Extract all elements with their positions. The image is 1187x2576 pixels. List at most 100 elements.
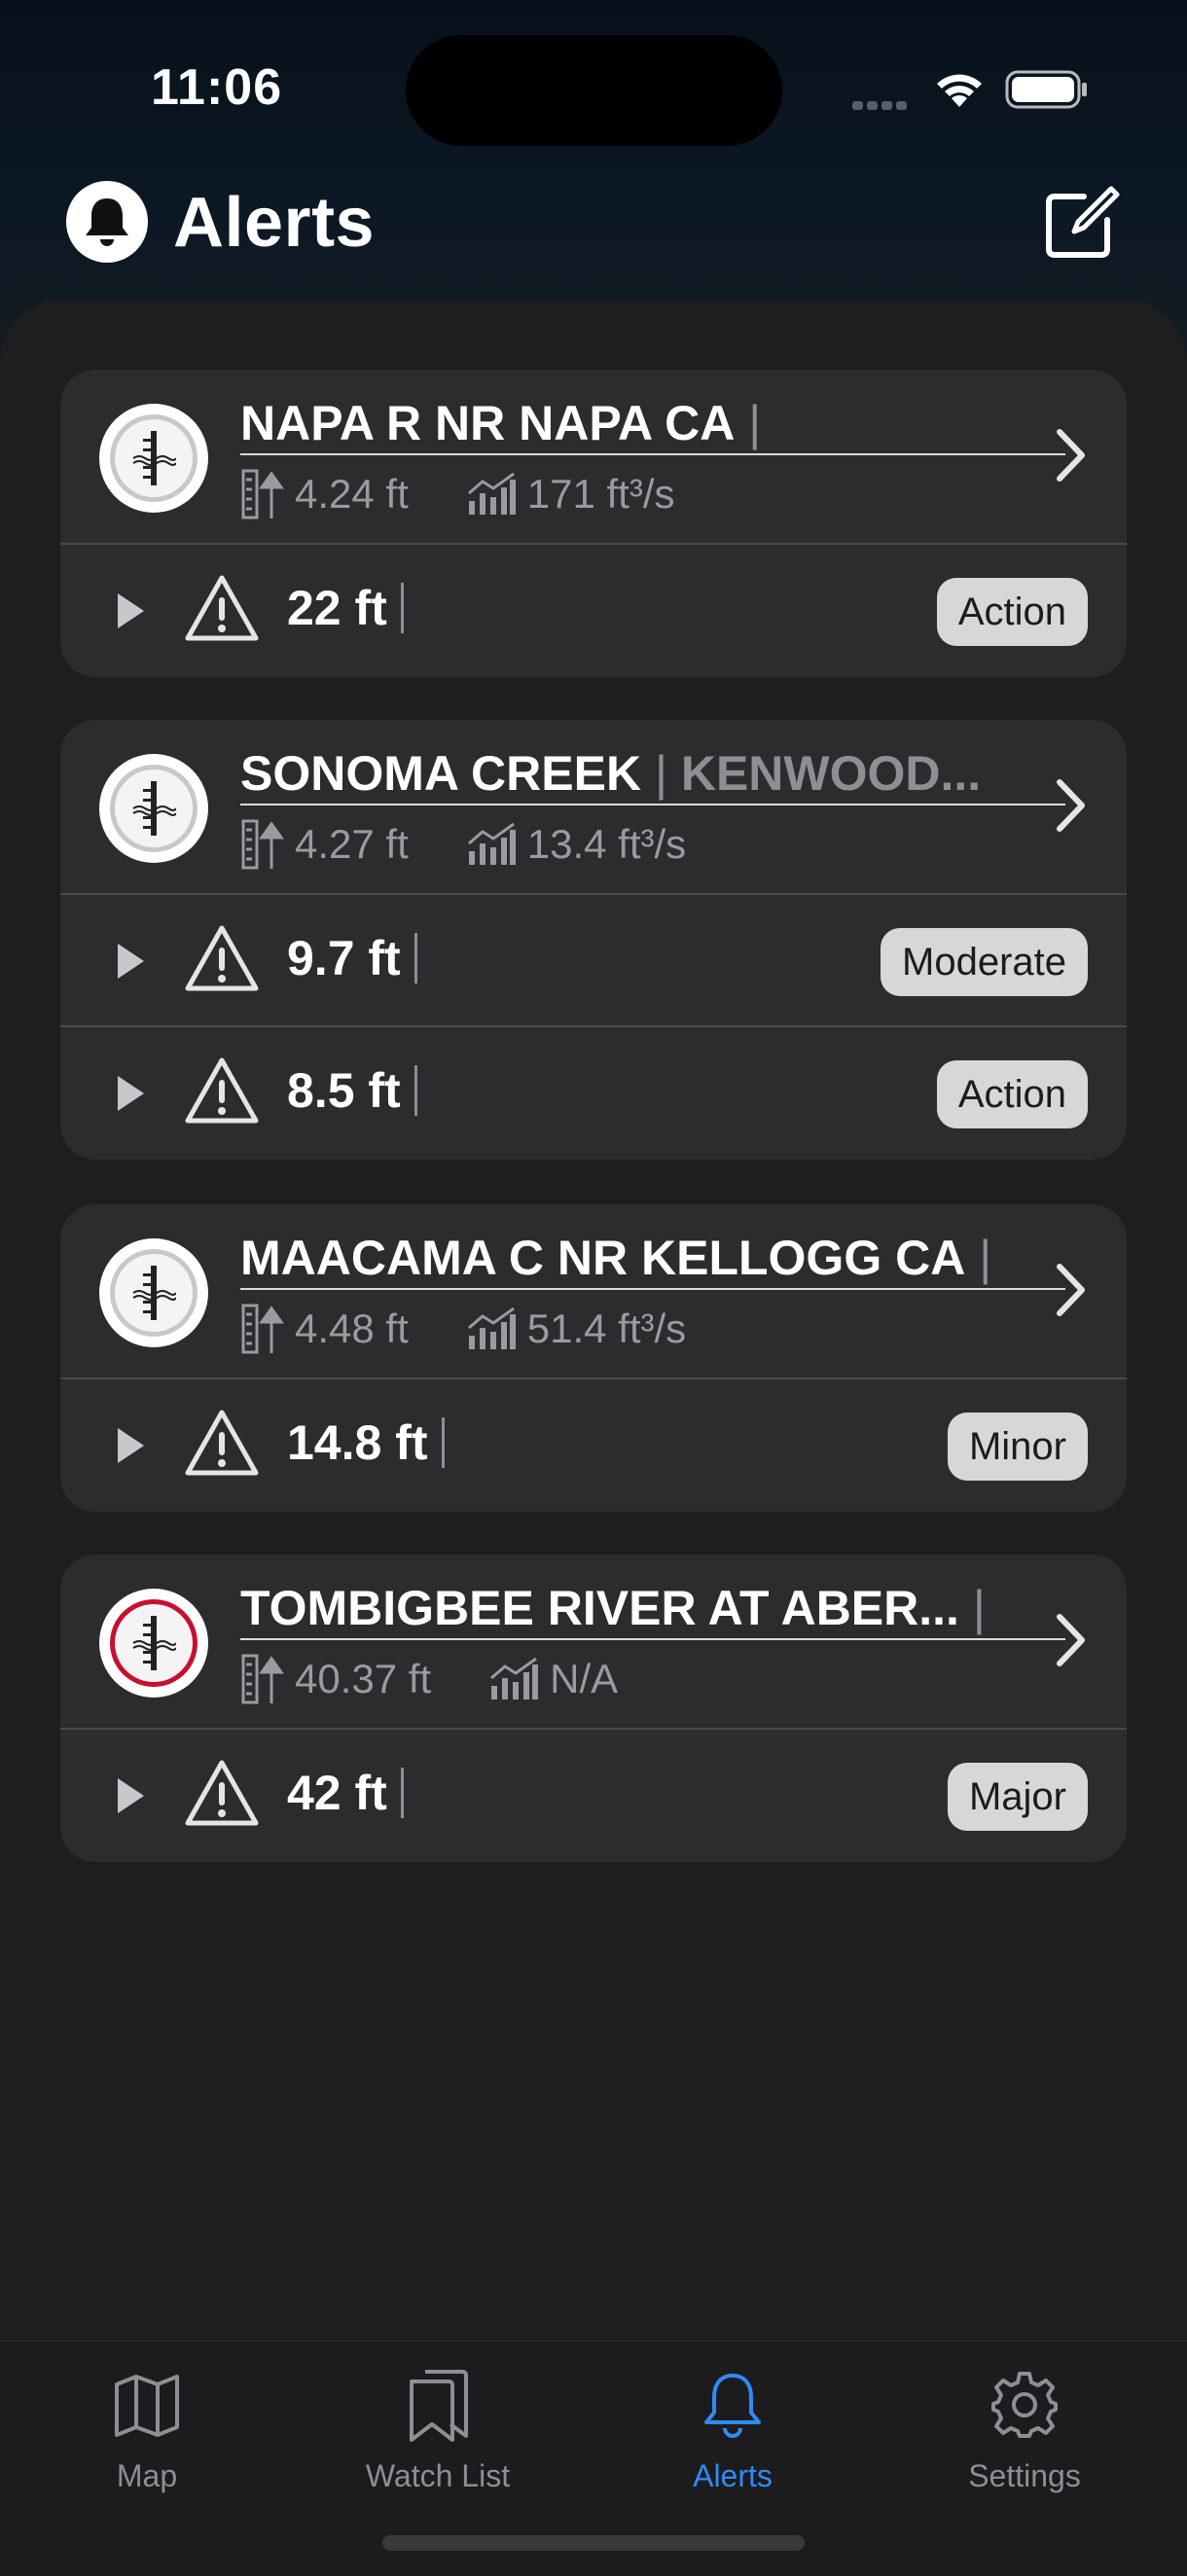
warning-icon [185,574,259,647]
alert-level-value: 22 ft [287,581,387,635]
text-cursor [414,1065,417,1116]
alert-row[interactable]: 22 ft Action [60,545,1127,677]
tab-settings[interactable]: Settings [908,2361,1141,2494]
gauge-card: MAACAMA C NR KELLOGG CA | 4.48 ft 51.4 ft… [60,1204,1127,1512]
warning-icon [185,1759,259,1832]
flow-value: 51.4 ft³/s [526,1306,687,1351]
gauge-status-icon [99,1589,208,1698]
chevron-right-icon[interactable] [1055,778,1088,838]
warning-icon [185,924,259,997]
expand-triangle-icon[interactable] [115,1776,146,1820]
gauge-status-icon [99,1238,208,1347]
gauge-card: SONOMA CREEK | KENWOOD... 4.27 ft 13.4 ft³… [60,720,1127,1160]
stage-icon [240,818,285,871]
flow-value: 13.4 ft³/s [526,821,687,867]
text-cursor [400,1768,404,1818]
bell-icon [66,181,148,263]
alert-level: 8.5 ft [287,1062,417,1119]
dynamic-island [406,35,782,146]
site-name: SONOMA CREEK | KENWOOD... [240,743,1065,805]
alert-category-badge: Major [947,1763,1088,1831]
page-title: Alerts [173,184,376,262]
alert-level: 22 ft [287,580,404,636]
site-name-label: NAPA R NR NAPA CA [240,396,736,450]
stage-value: 40.37 ft [295,1656,432,1701]
chevron-right-icon[interactable] [1055,1613,1088,1672]
text-cursor [400,583,404,633]
alert-level-value: 14.8 ft [287,1415,428,1470]
gauge-card: NAPA R NR NAPA CA | 4.24 ft 171 ft³/s 22 f… [60,370,1127,677]
expand-triangle-icon[interactable] [115,591,146,635]
site-name-label: TOMBIGBEE RIVER AT ABER... [240,1581,959,1635]
alert-category-badge: Action [936,1060,1088,1128]
gauge-card: TOMBIGBEE RIVER AT ABER... | 40.37 ft N/A… [60,1555,1127,1862]
site-name: NAPA R NR NAPA CA | [240,393,1065,455]
alert-row[interactable]: 14.8 ft Minor [60,1379,1127,1512]
alert-row[interactable]: 9.7 ft Moderate [60,895,1127,1027]
battery-icon [1005,70,1087,109]
flow-icon [465,472,518,517]
home-indicator [382,2535,805,2551]
site-name-separator: | [641,746,681,801]
compose-icon[interactable] [1041,183,1121,263]
gauge-card-header[interactable]: SONOMA CREEK | KENWOOD... 4.27 ft 13.4 ft³… [60,720,1127,895]
alert-level-value: 42 ft [287,1766,387,1820]
site-name-separator: | [958,1581,986,1635]
text-cursor [414,933,417,984]
alert-level: 14.8 ft [287,1414,445,1471]
tab-label: Watch List [365,2458,511,2493]
gauge-status-icon [99,404,208,513]
flow-value: 171 ft³/s [526,471,675,517]
stage-value: 4.24 ft [295,471,409,517]
gauge-status-icon [99,754,208,863]
site-name: MAACAMA C NR KELLOGG CA | [240,1228,1065,1290]
stage-icon [240,468,285,520]
gauge-card-header[interactable]: MAACAMA C NR KELLOGG CA | 4.48 ft 51.4 ft… [60,1204,1127,1379]
gauge-card-header[interactable]: NAPA R NR NAPA CA | 4.24 ft 171 ft³/s [60,370,1127,545]
site-name-label: SONOMA CREEK [240,746,642,801]
warning-icon [185,1056,259,1129]
cellular-signal-icon [852,97,911,115]
site-name: TOMBIGBEE RIVER AT ABER... | [240,1578,1065,1640]
chevron-right-icon[interactable] [1055,1263,1088,1322]
tab-label: Alerts [693,2458,773,2493]
header: Alerts [0,175,1187,302]
stage-icon [240,1303,285,1355]
wifi-icon [937,74,982,107]
site-name-label: MAACAMA C NR KELLOGG CA [240,1231,966,1285]
flow-icon [465,1306,518,1351]
flow-value: N/A [550,1656,619,1701]
readings: 4.24 ft 171 ft³/s [240,467,675,521]
status-bar: 11:06 [0,0,1187,175]
tab-alerts[interactable]: Alerts [616,2361,849,2494]
bookmark-icon [321,2361,555,2449]
expand-triangle-icon[interactable] [115,942,146,985]
alert-category-badge: Moderate [881,928,1088,996]
tab-watch-list[interactable]: Watch List [321,2361,555,2494]
stage-value: 4.48 ft [295,1306,409,1351]
alert-level: 9.7 ft [287,930,417,986]
gear-icon [908,2361,1141,2449]
gauge-card-header[interactable]: TOMBIGBEE RIVER AT ABER... | 40.37 ft N/A [60,1555,1127,1730]
chevron-right-icon[interactable] [1055,428,1088,487]
warning-icon [185,1409,259,1482]
site-name-separator: | [965,1231,992,1285]
alert-row[interactable]: 8.5 ft Action [60,1027,1127,1160]
flow-icon [465,822,518,867]
readings: 4.48 ft 51.4 ft³/s [240,1302,686,1356]
site-name-separator: | [735,396,762,450]
flow-icon [487,1657,540,1701]
tab-label: Settings [968,2458,1081,2493]
status-time: 11:06 [151,59,283,116]
site-name-sub: KENWOOD... [680,746,982,801]
expand-triangle-icon[interactable] [115,1426,146,1470]
alert-level-value: 9.7 ft [287,931,401,985]
tab-map[interactable]: Map [30,2361,264,2494]
stage-icon [240,1653,285,1705]
stage-value: 4.27 ft [295,821,409,867]
readings: 40.37 ft N/A [240,1652,618,1706]
alert-row[interactable]: 42 ft Major [60,1730,1127,1862]
bell-icon [616,2361,849,2449]
alert-category-badge: Action [936,578,1088,646]
expand-triangle-icon[interactable] [115,1074,146,1118]
